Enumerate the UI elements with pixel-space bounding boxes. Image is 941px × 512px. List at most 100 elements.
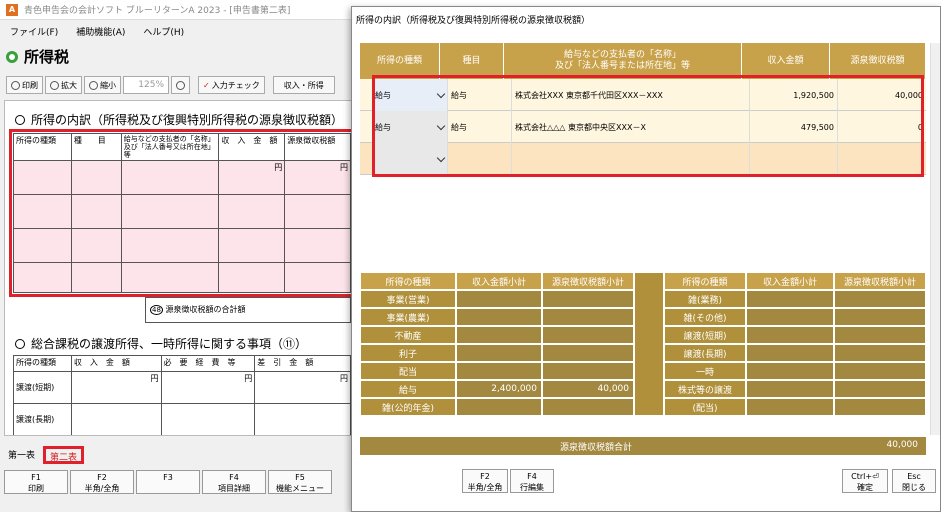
zoom-out-label: 縮小 — [100, 80, 116, 90]
summary-kind: 事業(営業) — [360, 290, 456, 308]
header-item: 種目 — [440, 43, 504, 79]
f4-button[interactable]: F4 項目詳細 — [202, 470, 266, 494]
summary-tax — [834, 344, 926, 362]
zoom-fit-button[interactable] — [171, 76, 190, 94]
confirm-button[interactable]: Ctrl+⏎ 確定 — [842, 469, 888, 493]
total-label: 源泉徴収税額合計 — [560, 443, 633, 453]
magnifier-minus-icon — [89, 80, 98, 90]
input-check-label: 入力チェック — [211, 80, 260, 90]
button-label: 半角/全角 — [467, 483, 503, 492]
header-payer: 給与などの支払者の「名称」 及び「法人番号または所在地」等 — [504, 43, 742, 79]
summary-tax — [542, 398, 634, 416]
summary-tax — [542, 326, 634, 344]
tab-page2[interactable]: 第二表 — [43, 446, 85, 464]
fkey-code: F4 — [229, 473, 239, 482]
summary-income — [456, 362, 542, 380]
half-full-width-button[interactable]: F2 半角/全角 — [462, 469, 508, 493]
summary-kind-right: 譲渡(長期) — [664, 344, 746, 362]
heading1-text: 所得の内訳（所得税及び復興特別所得税の源泉徴収税額） — [31, 113, 344, 127]
summary-tax — [542, 344, 634, 362]
section-title: 所得税 — [24, 48, 70, 66]
zoom-out-button[interactable]: 縮小 — [84, 76, 121, 94]
summary-income — [746, 398, 834, 416]
summary-header: 源泉徴収税額小計 — [834, 272, 926, 290]
summary-divider — [634, 272, 664, 416]
f1-button[interactable]: F1 印刷 — [4, 470, 68, 494]
zoom-level-field[interactable]: 125% — [123, 76, 169, 94]
vertical-scrollbar[interactable] — [930, 43, 940, 435]
total-value: 40,000 — [886, 440, 919, 450]
key-code: F2 — [480, 472, 490, 481]
summary-kind: 不動産 — [360, 326, 456, 344]
heading2-text: 総合課税の譲渡所得、一時所得に関する事項（⑪） — [31, 337, 308, 351]
menu-help[interactable]: ヘルプ(H) — [143, 25, 184, 38]
section-header: 所得税 — [6, 46, 69, 67]
circle-bullet-icon — [15, 115, 25, 125]
col2-income: 収 入 金 額 — [70, 355, 162, 372]
col2-diff: 差 引 金 額 — [254, 355, 351, 372]
summary-header: 所得の種類 — [664, 272, 746, 290]
summary-tax: 40,000 — [542, 380, 634, 398]
summary-kind-right: 雑(その他) — [664, 308, 746, 326]
total-number: 48 — [150, 305, 163, 315]
tax-total-bar: 源泉徴収税額合計 40,000 — [360, 437, 926, 455]
sheet-tabs: 第一表 第二表 — [4, 446, 85, 464]
input-check-button[interactable]: ✓ 入力チェック — [198, 76, 265, 94]
f3-button[interactable]: F3 — [136, 470, 200, 494]
fkey-code: F5 — [295, 473, 305, 482]
tab-page1[interactable]: 第一表 — [4, 446, 39, 464]
summary-kind-right: 譲渡(短期) — [664, 326, 746, 344]
button-label: 行編集 — [520, 483, 544, 492]
summary-income — [746, 290, 834, 308]
print-button[interactable]: 印刷 — [6, 76, 43, 94]
total-label: 源泉徴収税額の合計額 — [165, 305, 246, 314]
row-edit-button[interactable]: F4 行編集 — [510, 469, 554, 493]
fkey-code: F3 — [163, 473, 173, 482]
button-label: 閉じる — [902, 483, 926, 492]
f2-button[interactable]: F2 半角/全角 — [70, 470, 134, 494]
menu-file[interactable]: ファイル(F) — [10, 25, 58, 38]
sheet-cell[interactable] — [254, 403, 351, 435]
key-code: F4 — [527, 472, 537, 481]
income-button[interactable]: 収入・所得 — [272, 76, 335, 94]
form-sheet: 所得の内訳（所得税及び復興特別所得税の源泉徴収税額） 所得の種類 種 目 給与な… — [4, 100, 354, 436]
transfer-income-table: 所得の種類 収 入 金 額 必 要 経 費 等 差 引 金 額 譲渡(短期) 円… — [13, 355, 351, 435]
header-kind: 所得の種類 — [360, 43, 440, 79]
window-title: 青色申告会の会計ソフト ブルーリターンA 2023 - [申告書第二表] — [24, 6, 291, 16]
toolbar: 印刷 拡大 縮小 125% ✓ 入力チェック 収入・所得 — [6, 76, 335, 94]
unit-label: 円 — [160, 371, 256, 404]
summary-income — [746, 380, 834, 398]
sheet-cell[interactable] — [160, 403, 256, 435]
zoom-in-button[interactable]: 拡大 — [45, 76, 82, 94]
summary-header: 所得の種類 — [360, 272, 456, 290]
app-root: A 青色申告会の会計ソフト ブルーリターンA 2023 - [申告書第二表] フ… — [0, 0, 941, 512]
summary-kind-right: (配当) — [664, 398, 746, 416]
sheet-cell[interactable] — [70, 403, 162, 435]
summary-income — [456, 326, 542, 344]
summary-tax — [834, 308, 926, 326]
close-button[interactable]: Esc 閉じる — [892, 469, 936, 493]
summary-income — [746, 344, 834, 362]
menu-tools[interactable]: 補助機能(A) — [76, 25, 125, 38]
summary-tax — [542, 308, 634, 326]
summary-tax — [834, 398, 926, 416]
magnifier-plus-icon — [50, 80, 59, 90]
transfer-income-heading: 総合課税の譲渡所得、一時所得に関する事項（⑪） — [15, 335, 307, 352]
summary-tax — [542, 290, 634, 308]
summary-kind: 利子 — [360, 344, 456, 362]
header-income: 収入金額 — [742, 43, 830, 79]
circle-bullet-icon — [15, 339, 25, 349]
function-key-bar: F1 印刷 F2 半角/全角 F3 F4 項目詳細 F5 機能メニュー — [4, 470, 332, 494]
fkey-code: F2 — [97, 473, 107, 482]
unit-label: 円 — [254, 371, 351, 404]
menu-bar: ファイル(F) 補助機能(A) ヘルプ(H) — [0, 22, 350, 40]
summary-header: 収入金額小計 — [456, 272, 542, 290]
col2-expense: 必 要 経 費 等 — [160, 355, 256, 372]
summary-income — [746, 362, 834, 380]
f5-button[interactable]: F5 機能メニュー — [268, 470, 332, 494]
header-tax: 源泉徴収税額 — [830, 43, 926, 79]
summary-kind-right: 株式等の譲渡 — [664, 380, 746, 398]
fkey-label: 印刷 — [28, 484, 44, 493]
key-code: Ctrl+⏎ — [851, 472, 879, 481]
summary-kind-right: 一時 — [664, 362, 746, 380]
